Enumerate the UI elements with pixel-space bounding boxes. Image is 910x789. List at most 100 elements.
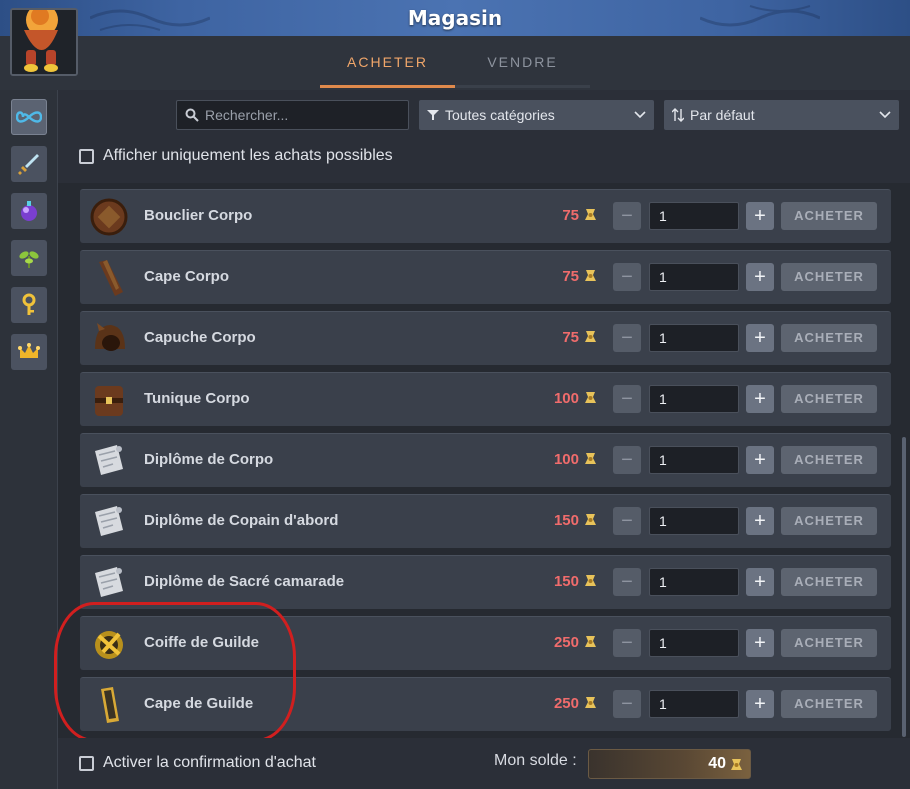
quantity-input[interactable]: 1 [649, 690, 739, 718]
increase-quantity-button[interactable]: + [746, 568, 774, 596]
affordable-only-checkbox[interactable] [79, 148, 94, 164]
increase-quantity-button[interactable]: + [746, 324, 774, 352]
decrease-quantity-button[interactable]: − [613, 324, 641, 352]
purchase-confirmation-toggle[interactable]: Activer la confirmation d'achat [79, 754, 316, 772]
tab-acheter[interactable]: ACHETER [320, 40, 455, 88]
decrease-quantity-button[interactable]: − [613, 507, 641, 535]
decrease-quantity-button[interactable]: − [613, 385, 641, 413]
buy-button[interactable]: ACHETER [781, 324, 877, 352]
category-cosmetics[interactable] [11, 334, 47, 370]
affordable-only-toggle[interactable]: Afficher uniquement les achats possibles [79, 147, 393, 165]
list-item: Diplôme de Corpo 100 − 1 + ACHETER [80, 433, 891, 487]
kama-icon [585, 636, 596, 647]
balance-display: 40 [588, 749, 751, 779]
buy-button[interactable]: ACHETER [781, 629, 877, 657]
item-thumb [86, 438, 132, 484]
list-item: Diplôme de Sacré camarade 150 − 1 + ACHE… [80, 555, 891, 609]
kama-icon [585, 331, 596, 342]
list-scrollbar[interactable] [902, 437, 906, 737]
decrease-quantity-button[interactable]: − [613, 263, 641, 291]
item-thumb [86, 194, 132, 240]
increase-quantity-button[interactable]: + [746, 629, 774, 657]
category-keys[interactable] [11, 287, 47, 323]
plant-icon [19, 251, 39, 268]
infinity-icon [16, 111, 42, 123]
search-box[interactable] [176, 100, 409, 130]
item-thumb [86, 499, 132, 545]
item-thumb [86, 377, 132, 423]
cape-icon [99, 260, 123, 296]
increase-quantity-button[interactable]: + [746, 507, 774, 535]
list-item: Capuche Corpo 75 − 1 + ACHETER [80, 311, 891, 365]
potion-icon [21, 201, 37, 221]
category-all[interactable] [11, 99, 47, 135]
quantity-input[interactable]: 1 [649, 385, 739, 413]
decrease-quantity-button[interactable]: − [613, 202, 641, 230]
item-price: 150 [553, 512, 579, 529]
buy-button[interactable]: ACHETER [781, 568, 877, 596]
search-icon [185, 108, 199, 122]
item-name: Cape Corpo [144, 268, 230, 285]
increase-quantity-button[interactable]: + [746, 385, 774, 413]
decrease-quantity-button[interactable]: − [613, 446, 641, 474]
item-price: 75 [562, 207, 579, 224]
quantity-input[interactable]: 1 [649, 324, 739, 352]
list-item: Diplôme de Copain d'abord 150 − 1 + ACHE… [80, 494, 891, 548]
category-equipment[interactable] [11, 146, 47, 182]
buy-button[interactable]: ACHETER [781, 507, 877, 535]
buy-button[interactable]: ACHETER [781, 446, 877, 474]
kama-icon [731, 759, 742, 770]
crown-icon [18, 343, 40, 358]
list-item: Tunique Corpo 100 − 1 + ACHETER [80, 372, 891, 426]
quantity-input[interactable]: 1 [649, 507, 739, 535]
diploma-icon [95, 506, 123, 536]
kama-icon [585, 697, 596, 708]
quantity-input[interactable]: 1 [649, 202, 739, 230]
sort-icon [672, 108, 684, 122]
list-item: Coiffe de Guilde 250 − 1 + ACHETER [80, 616, 891, 670]
category-filter-value: Toutes catégories [445, 107, 555, 123]
kama-icon [585, 392, 596, 403]
quantity-input[interactable]: 1 [649, 263, 739, 291]
affordable-only-label: Afficher uniquement les achats possibles [103, 147, 393, 164]
merchant-avatar [10, 8, 78, 76]
item-price: 250 [553, 695, 579, 712]
sort-dropdown[interactable]: Par défaut [664, 100, 899, 130]
title-ornament-left [90, 9, 210, 31]
category-filter-dropdown[interactable]: Toutes catégories [419, 100, 654, 130]
increase-quantity-button[interactable]: + [746, 690, 774, 718]
quantity-input[interactable]: 1 [649, 629, 739, 657]
category-consumables[interactable] [11, 193, 47, 229]
hood-icon [95, 323, 125, 351]
list-item: Cape de Guilde 250 − 1 + ACHETER [80, 677, 891, 731]
increase-quantity-button[interactable]: + [746, 202, 774, 230]
balance-value: 40 [708, 755, 726, 772]
increase-quantity-button[interactable]: + [746, 263, 774, 291]
purchase-confirmation-checkbox[interactable] [79, 755, 94, 771]
item-name: Diplôme de Copain d'abord [144, 512, 339, 529]
item-name: Capuche Corpo [144, 329, 256, 346]
item-thumb [86, 560, 132, 606]
buy-button[interactable]: ACHETER [781, 690, 877, 718]
increase-quantity-button[interactable]: + [746, 446, 774, 474]
category-resources[interactable] [11, 240, 47, 276]
kama-icon [585, 575, 596, 586]
buy-button[interactable]: ACHETER [781, 263, 877, 291]
buy-button[interactable]: ACHETER [781, 385, 877, 413]
decrease-quantity-button[interactable]: − [613, 629, 641, 657]
list-item: Cape Corpo 75 − 1 + ACHETER [80, 250, 891, 304]
key-icon [22, 293, 36, 315]
kama-icon [585, 514, 596, 525]
decrease-quantity-button[interactable]: − [613, 568, 641, 596]
quantity-input[interactable]: 1 [649, 568, 739, 596]
decrease-quantity-button[interactable]: − [613, 690, 641, 718]
item-thumb [86, 621, 132, 667]
sword-icon [18, 154, 39, 175]
quantity-input[interactable]: 1 [649, 446, 739, 474]
tab-vendre[interactable]: VENDRE [455, 40, 590, 88]
item-price: 75 [562, 329, 579, 346]
search-input[interactable] [205, 107, 395, 123]
chevron-down-icon [634, 111, 646, 119]
buy-button[interactable]: ACHETER [781, 202, 877, 230]
item-thumb [86, 255, 132, 301]
